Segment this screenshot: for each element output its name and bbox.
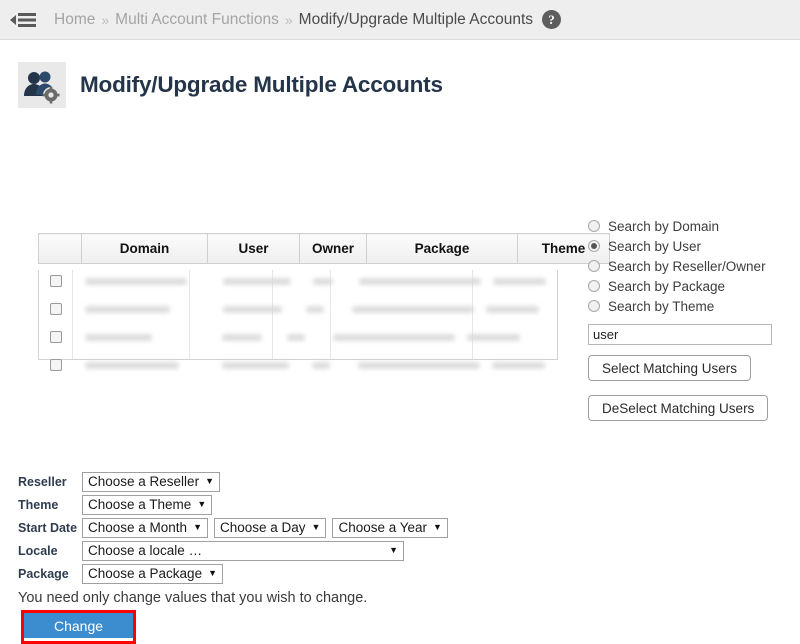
table-row[interactable]: [39, 298, 557, 320]
row-checkbox[interactable]: [50, 275, 62, 287]
chevron-down-icon: ▼: [389, 546, 398, 555]
column-header-select: [39, 234, 82, 264]
radio-label: Search by Theme: [608, 299, 714, 314]
row-select-cell[interactable]: [39, 359, 73, 371]
row-select-cell[interactable]: [39, 275, 73, 287]
row-checkbox[interactable]: [50, 303, 62, 315]
radio-icon[interactable]: [588, 220, 600, 232]
form-row-start-date: Start Date Choose a Month ▼ Choose a Day…: [18, 516, 448, 539]
start-date-day-value: Choose a Day: [220, 520, 306, 535]
change-button-highlight: Change: [21, 610, 136, 644]
form-row-reseller: Reseller Choose a Reseller ▼: [18, 470, 448, 493]
form-note: You need only change values that you wis…: [18, 590, 367, 606]
label-start-date: Start Date: [18, 521, 82, 535]
deselect-matching-users-button[interactable]: DeSelect Matching Users: [588, 395, 768, 421]
column-header-package: Package: [367, 234, 518, 264]
table-row[interactable]: [39, 326, 557, 348]
reseller-select-value: Choose a Reseller: [88, 474, 199, 489]
page-title: Modify/Upgrade Multiple Accounts: [80, 72, 443, 98]
breadcrumb-item-current: Modify/Upgrade Multiple Accounts: [299, 11, 533, 29]
table-header-row: Domain User Owner Package Theme: [39, 234, 610, 264]
options-form: Reseller Choose a Reseller ▼ Theme Choos…: [18, 470, 448, 585]
redacted-row-content: [73, 362, 557, 369]
row-checkbox[interactable]: [50, 331, 62, 343]
chevron-down-icon: ▼: [197, 500, 206, 509]
change-button[interactable]: Change: [24, 613, 133, 638]
radio-icon[interactable]: [588, 300, 600, 312]
radio-label: Search by Reseller/Owner: [608, 259, 766, 274]
chevron-down-icon: ▼: [433, 523, 442, 532]
breadcrumb-item-home[interactable]: Home: [54, 11, 95, 29]
select-matching-users-button[interactable]: Select Matching Users: [588, 355, 751, 381]
search-panel: Search by Domain Search by User Search b…: [588, 216, 788, 421]
label-theme: Theme: [18, 498, 82, 512]
radio-search-by-user[interactable]: Search by User: [588, 236, 788, 256]
radio-label: Search by Package: [608, 279, 725, 294]
chevron-down-icon: ▼: [193, 523, 202, 532]
radio-icon-selected[interactable]: [588, 240, 600, 252]
accounts-table-container: Domain User Owner Package Theme: [38, 233, 560, 360]
start-date-month-value: Choose a Month: [88, 520, 187, 535]
redacted-row-content: [73, 278, 557, 285]
row-checkbox[interactable]: [50, 359, 62, 371]
table-row[interactable]: [39, 354, 557, 376]
start-date-year-value: Choose a Year: [338, 520, 427, 535]
accounts-table-body: [38, 270, 558, 360]
search-input[interactable]: [588, 324, 772, 345]
label-locale: Locale: [18, 544, 82, 558]
radio-icon[interactable]: [588, 260, 600, 272]
package-select[interactable]: Choose a Package ▼: [82, 564, 223, 584]
label-package: Package: [18, 567, 82, 581]
users-gear-icon: [18, 62, 66, 108]
locale-select[interactable]: Choose a locale … ▼: [82, 541, 404, 561]
theme-select[interactable]: Choose a Theme ▼: [82, 495, 212, 515]
help-icon[interactable]: ?: [542, 10, 561, 29]
package-select-value: Choose a Package: [88, 566, 202, 581]
chevron-down-icon: ▼: [205, 477, 214, 486]
reseller-select[interactable]: Choose a Reseller ▼: [82, 472, 220, 492]
start-date-day-select[interactable]: Choose a Day ▼: [214, 518, 326, 538]
accounts-table: Domain User Owner Package Theme: [38, 233, 610, 264]
breadcrumb: Home » Multi Account Functions » Modify/…: [54, 10, 561, 29]
start-date-month-select[interactable]: Choose a Month ▼: [82, 518, 208, 538]
redacted-row-content: [73, 334, 557, 341]
chevron-down-icon: ▼: [208, 569, 217, 578]
column-header-user: User: [208, 234, 300, 264]
row-select-cell[interactable]: [39, 331, 73, 343]
start-date-year-select[interactable]: Choose a Year ▼: [332, 518, 448, 538]
hamburger-collapse-icon[interactable]: [10, 8, 40, 32]
breadcrumb-bar: Home » Multi Account Functions » Modify/…: [0, 0, 800, 40]
column-header-domain: Domain: [82, 234, 208, 264]
form-row-locale: Locale Choose a locale … ▼: [18, 539, 448, 562]
radio-search-by-domain[interactable]: Search by Domain: [588, 216, 788, 236]
table-row[interactable]: [39, 270, 557, 292]
radio-icon[interactable]: [588, 280, 600, 292]
page-header: Modify/Upgrade Multiple Accounts: [18, 62, 800, 108]
form-row-package: Package Choose a Package ▼: [18, 562, 448, 585]
radio-search-by-theme[interactable]: Search by Theme: [588, 296, 788, 316]
redacted-row-content: [73, 306, 557, 313]
radio-search-by-package[interactable]: Search by Package: [588, 276, 788, 296]
breadcrumb-item-multi-account-functions[interactable]: Multi Account Functions: [115, 11, 279, 29]
radio-label: Search by User: [608, 239, 701, 254]
locale-select-value: Choose a locale …: [88, 543, 202, 558]
radio-search-by-reseller-owner[interactable]: Search by Reseller/Owner: [588, 256, 788, 276]
row-select-cell[interactable]: [39, 303, 73, 315]
chevron-down-icon: ▼: [312, 523, 321, 532]
theme-select-value: Choose a Theme: [88, 497, 191, 512]
radio-label: Search by Domain: [608, 219, 719, 234]
form-row-theme: Theme Choose a Theme ▼: [18, 493, 448, 516]
breadcrumb-separator: »: [285, 12, 293, 28]
column-header-owner: Owner: [300, 234, 367, 264]
breadcrumb-separator: »: [101, 12, 109, 28]
label-reseller: Reseller: [18, 475, 82, 489]
